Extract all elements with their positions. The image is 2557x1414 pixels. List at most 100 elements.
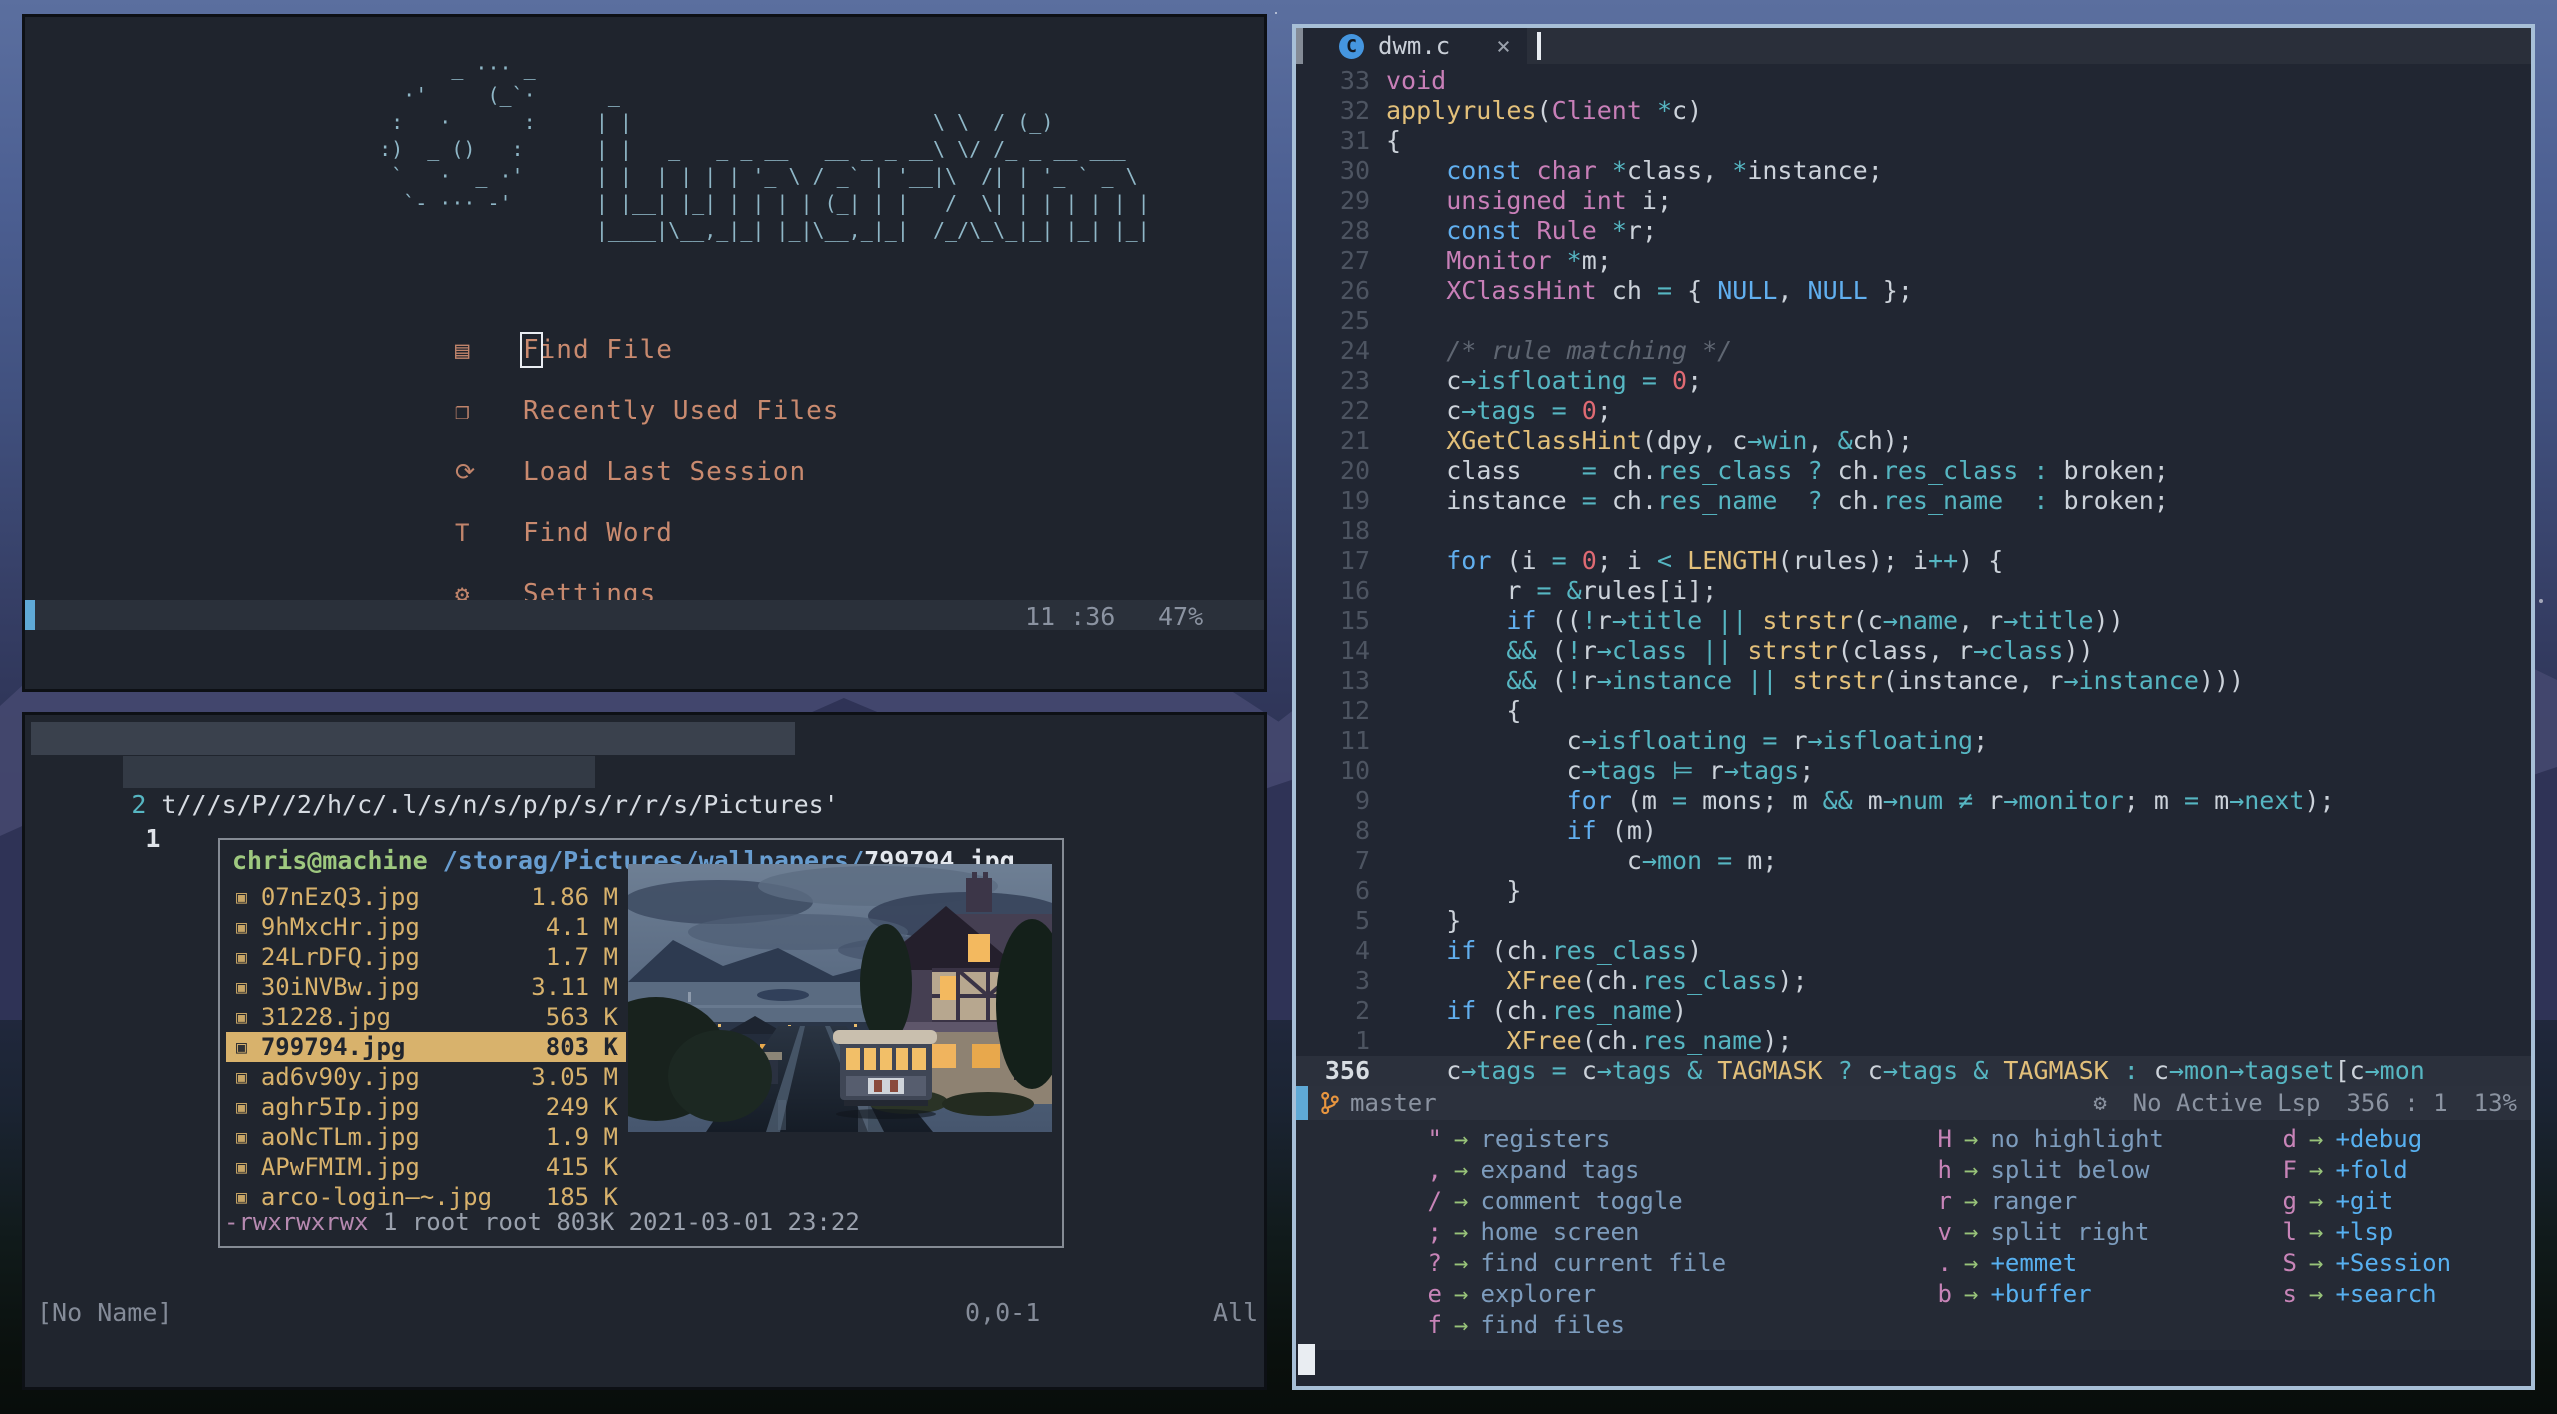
file-size: 3.05 M	[531, 1063, 618, 1091]
arrow-icon: →	[2309, 1187, 2324, 1215]
permission-string: -rwxrwxrwx	[224, 1208, 369, 1236]
code-line: 9 for (m = mons; m && m→num ≠ r→monitor;…	[1296, 786, 2531, 816]
image-file-icon: ▣	[236, 1066, 247, 1088]
image-file-icon: ▣	[236, 1036, 247, 1058]
arrow-icon: →	[2309, 1249, 2324, 1277]
reload-icon: ⟳	[455, 458, 476, 486]
code-line: 32 applyrules(Client *c)	[1296, 96, 2531, 126]
file-name: 30iNVBw.jpg	[260, 973, 420, 1001]
binding-label: home screen	[1480, 1218, 1640, 1246]
binding-key: ?	[1427, 1249, 1442, 1277]
window-scratch-buffer: 2 t///s/P//2/h/c/.l/s/n/s/p/p/s/r/r/s/Pi…	[22, 712, 1267, 1390]
scratch-statusline: [No Name] 0,0-1 All	[25, 1298, 1264, 1332]
file-name: aoNcTLm.jpg	[260, 1123, 420, 1151]
menu-item-find-word[interactable]: T Find Word	[455, 513, 673, 553]
line-number: 4	[1354, 936, 1370, 965]
binding-label: +fold	[2335, 1156, 2408, 1184]
code-text: r = &rules[i];	[1506, 576, 1718, 605]
file-permissions-line: -rwxrwxrwx 1 root root 803K 2021-03-01 2…	[224, 1208, 860, 1236]
code-area[interactable]: 33 void 32 applyrules(Client *c) 31{30 const…	[1296, 66, 2531, 1086]
menu-item-load-last-session[interactable]: ⟳ Load Last Session	[455, 452, 806, 492]
menu-item-recently-used-files[interactable]: ❐ Recently Used Files	[455, 391, 839, 431]
mode-indicator-block	[1296, 1086, 1308, 1120]
code-text: Monitor *m;	[1446, 246, 1612, 275]
file-row[interactable]: ▣ ad6v90y.jpg 3.05 M	[226, 1062, 626, 1092]
code-text: }	[1386, 906, 1462, 935]
which-key-binding: , → expand tags	[1416, 1155, 1726, 1186]
line-number: 13	[1339, 666, 1370, 695]
code-line: 30 const char *class, *instance;	[1296, 156, 2531, 186]
file-name: arco-login—~.jpg	[260, 1183, 493, 1211]
tab-close-icon[interactable]: ×	[1496, 32, 1510, 60]
code-line: 6 }	[1296, 876, 2531, 906]
arrow-icon: →	[1454, 1311, 1469, 1339]
file-row[interactable]: ▣ 9hMxcHr.jpg 4.1 M	[226, 912, 626, 942]
file-name: 07nEzQ3.jpg	[260, 883, 420, 911]
code-line: 356 c→tags = c→tags & TAGMASK ? c→tags &…	[1296, 1056, 2531, 1086]
file-name: 24LrDFQ.jpg	[260, 943, 420, 971]
tab-dwm-c[interactable]: C dwm.c ×	[1303, 28, 1527, 64]
binding-label: +search	[2335, 1280, 2437, 1308]
file-row[interactable]: ▣ 24LrDFQ.jpg 1.7 M	[226, 942, 626, 972]
image-file-icon: ▣	[236, 1126, 247, 1148]
line-number: 11	[1339, 726, 1370, 755]
file-name: ad6v90y.jpg	[260, 1063, 420, 1091]
copy-icon: ❐	[455, 397, 470, 425]
line-number: 2	[1354, 996, 1370, 1025]
code-text: for (i = 0; i < LENGTH(rules); i++) {	[1446, 546, 2004, 575]
line-number: 28	[1339, 216, 1370, 245]
code-text: if (m)	[1566, 816, 1657, 845]
code-line: 17 for (i = 0; i < LENGTH(rules); i++) {	[1296, 546, 2531, 576]
which-key-binding: . → +emmet	[1926, 1248, 2164, 1279]
binding-label: +lsp	[2335, 1218, 2394, 1246]
binding-key: v	[1937, 1218, 1952, 1246]
file-row[interactable]: ▣ aghr5Ip.jpg 249 K	[226, 1092, 626, 1122]
menu-item-find-file[interactable]: ▤ Find File	[455, 330, 673, 370]
binding-label: ranger	[1990, 1187, 2078, 1215]
code-text: for (m = mons; m && m→num ≠ r→monitor; m…	[1566, 786, 2335, 815]
tabbar-cursor	[1536, 32, 1541, 60]
arrow-icon: →	[1454, 1125, 1469, 1153]
file-name: 9hMxcHr.jpg	[260, 913, 420, 941]
code-text: && (!r→instance || strstr(instance, r→in…	[1506, 666, 2245, 695]
arrow-icon: →	[2309, 1125, 2324, 1153]
code-text: c→mon = m;	[1626, 846, 1778, 875]
file-row[interactable]: ▣ 799794.jpg 803 K	[226, 1032, 626, 1062]
file-size: 249 K	[545, 1093, 618, 1121]
which-key-binding: h → split below	[1926, 1155, 2164, 1186]
file-row[interactable]: ▣ aoNcTLm.jpg 1.9 M	[226, 1122, 626, 1152]
line-number: 33	[1339, 66, 1370, 95]
file-row[interactable]: ▣ 31228.jpg 563 K	[226, 1002, 626, 1032]
binding-key: d	[2282, 1125, 2297, 1153]
file-manager-popup: chris@machine /storag/Pictures/wallpaper…	[218, 838, 1064, 1248]
path-text: t///s/P//2/h/c/.l/s/n/s/p/p/s/r/r/s/Pict…	[146, 790, 839, 819]
file-name: 31228.jpg	[260, 1003, 391, 1031]
line-number: 15	[1339, 606, 1370, 635]
code-text: if (ch.res_name)	[1446, 996, 1688, 1025]
line-number: 18	[1339, 516, 1370, 545]
file-row[interactable]: ▣ 07nEzQ3.jpg 1.86 M	[226, 882, 626, 912]
binding-label: split below	[1990, 1156, 2150, 1184]
file-row[interactable]: ▣ 30iNVBw.jpg 3.11 M	[226, 972, 626, 1002]
file-size: 803 K	[545, 1033, 618, 1061]
file-size: 1.86 M	[531, 883, 618, 911]
arrow-icon: →	[2309, 1280, 2324, 1308]
code-line: 15 if ((!r→title || strstr(c→name, r→tit…	[1296, 606, 2531, 636]
code-line: 29 unsigned int i;	[1296, 186, 2531, 216]
binding-label: comment toggle	[1480, 1187, 1683, 1215]
line-number: 19	[1339, 486, 1370, 515]
code-line: 19 instance = ch.res_name ? ch.res_name …	[1296, 486, 2531, 516]
code-text: const char *class, *instance;	[1446, 156, 1883, 185]
binding-label: +Session	[2335, 1249, 2452, 1277]
binding-label: registers	[1480, 1125, 1611, 1153]
line-number: 12	[1339, 696, 1370, 725]
file-size: 185 K	[545, 1183, 618, 1211]
line-number: 14	[1339, 636, 1370, 665]
lsp-status: No Active Lsp	[2132, 1089, 2321, 1117]
line-number: 5	[1354, 906, 1370, 935]
file-row[interactable]: ▣ APwFMIM.jpg 415 K	[226, 1152, 626, 1182]
file-size: 563 K	[545, 1003, 618, 1031]
menu-item-label: Load Last Session	[523, 457, 807, 487]
line-number: 26	[1339, 276, 1370, 305]
binding-label: no highlight	[1990, 1125, 2164, 1153]
